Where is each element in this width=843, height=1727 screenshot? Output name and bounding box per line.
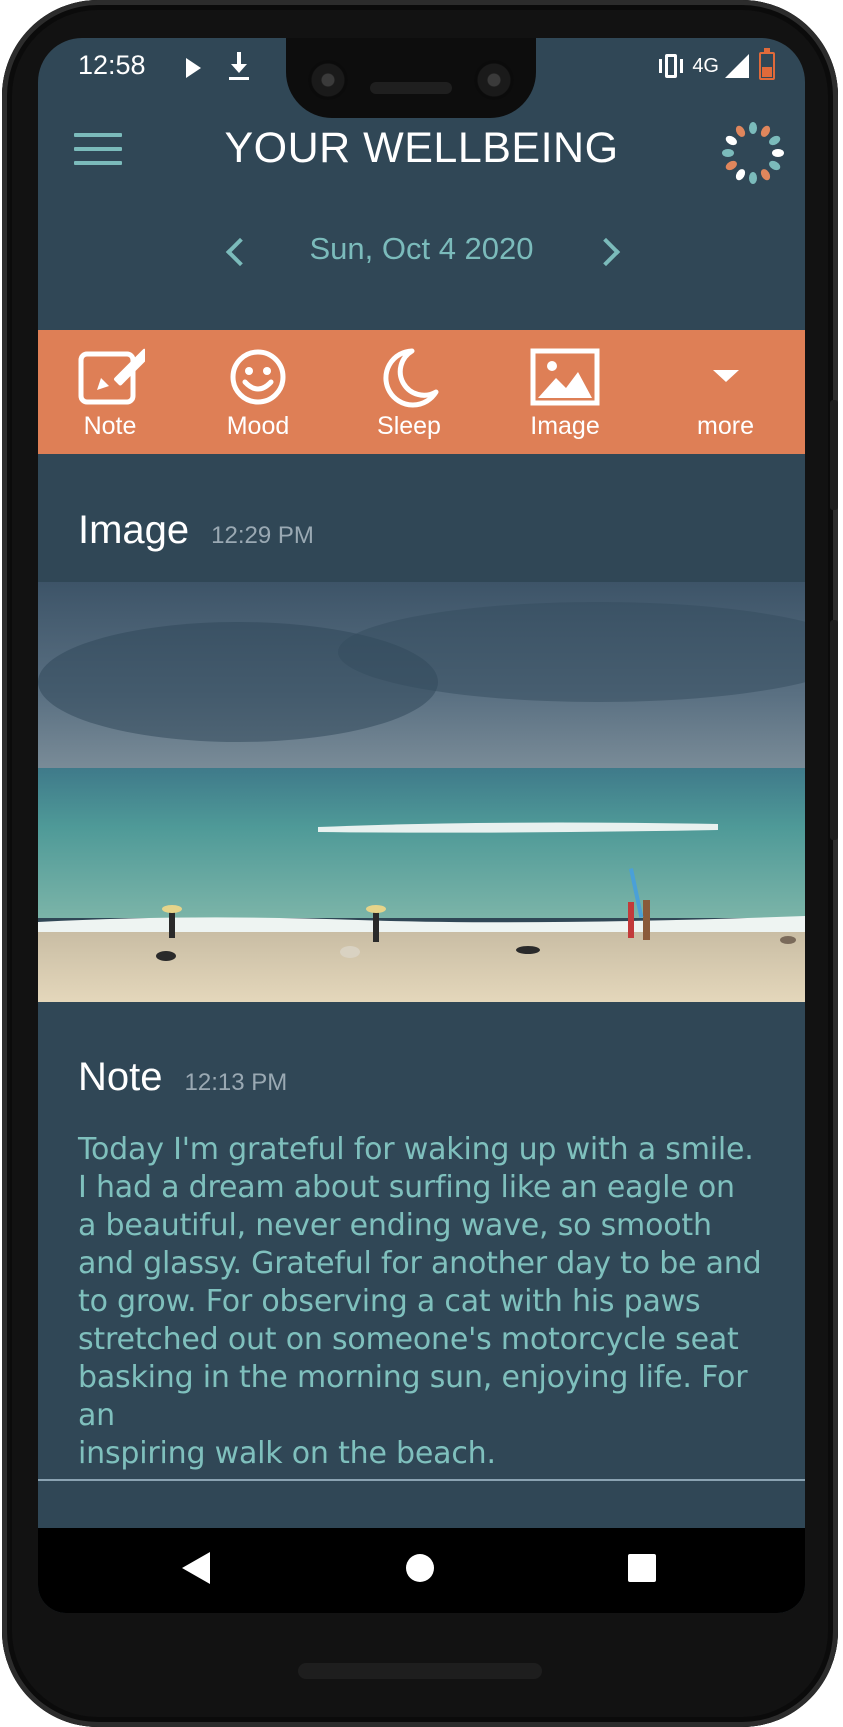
- note-entry-header: Note 12:13 PM: [78, 1055, 287, 1100]
- app-screen: 12:58 4G YOUR WELLBEING Sun, Oct 4 2020 …: [38, 38, 805, 1613]
- earpiece-speaker: [370, 82, 452, 94]
- power-button: [830, 400, 838, 510]
- edit-note-icon: [78, 348, 145, 405]
- picture-icon: [530, 348, 600, 406]
- signal-icon: [725, 54, 749, 78]
- entry-title: Image: [78, 508, 190, 552]
- more-button[interactable]: more: [646, 330, 805, 454]
- add-mood-button[interactable]: Mood: [182, 330, 334, 454]
- current-date[interactable]: Sun, Oct 4 2020: [38, 231, 805, 267]
- volume-button: [830, 620, 838, 840]
- note-line: stretched out on someone's motorcycle se…: [78, 1322, 739, 1357]
- play-icon: [186, 58, 201, 78]
- entry-title: Note: [78, 1055, 163, 1099]
- system-nav-bar: [38, 1528, 805, 1613]
- network-type: 4G: [692, 54, 719, 77]
- note-line: Today I'm grateful for waking up with a …: [78, 1132, 754, 1167]
- note-line: inspiring walk on the beach.: [78, 1436, 496, 1471]
- page-title: YOUR WELLBEING: [224, 124, 619, 172]
- app-header: YOUR WELLBEING: [38, 100, 805, 205]
- image-entry-header: Image 12:29 PM: [78, 508, 314, 553]
- note-line: I had a dream about surfing like an eagl…: [78, 1170, 735, 1205]
- tool-label: Mood: [226, 412, 290, 440]
- entry-time: 12:29 PM: [211, 522, 314, 549]
- download-icon: [228, 52, 250, 82]
- status-time: 12:58: [78, 50, 146, 80]
- dotted-ring-logo-icon[interactable]: [720, 120, 786, 186]
- crescent-moon-icon: [383, 348, 439, 408]
- phone-frame: 12:58 4G YOUR WELLBEING Sun, Oct 4 2020 …: [2, 0, 838, 1727]
- add-sleep-button[interactable]: Sleep: [334, 330, 484, 454]
- back-icon[interactable]: [182, 1552, 210, 1584]
- add-image-button[interactable]: Image: [484, 330, 646, 454]
- status-indicators: 4G: [656, 48, 775, 82]
- recents-icon[interactable]: [628, 1554, 656, 1582]
- camera-icon: [308, 60, 348, 100]
- tool-label: Sleep: [377, 412, 441, 440]
- chevron-right-icon[interactable]: [594, 235, 624, 269]
- camera-icon: [474, 60, 514, 100]
- entry-time: 12:13 PM: [184, 1069, 288, 1096]
- note-line: a beautiful, never ending wave, so smoot…: [78, 1208, 712, 1243]
- note-line: basking in the morning sun, enjoying lif…: [78, 1360, 748, 1433]
- tool-label: Note: [83, 412, 137, 440]
- entry-divider: [38, 1479, 805, 1481]
- smiley-face-icon: [230, 349, 286, 405]
- battery-icon: [759, 48, 775, 80]
- caret-down-icon: [712, 370, 739, 382]
- home-icon[interactable]: [406, 1554, 434, 1582]
- entry-toolbar: Note Mood Sleep Image more: [38, 330, 805, 454]
- add-note-button[interactable]: Note: [38, 330, 182, 454]
- note-text[interactable]: Today I'm grateful for waking up with a …: [78, 1131, 778, 1473]
- vibrate-icon: [656, 53, 686, 79]
- note-line: and glassy. Grateful for another day to …: [78, 1246, 762, 1281]
- bottom-speaker: [298, 1663, 542, 1679]
- beach-photo[interactable]: [38, 582, 805, 1002]
- tool-label: Image: [530, 412, 600, 440]
- date-navigation: Sun, Oct 4 2020: [38, 205, 805, 297]
- tool-label: more: [697, 412, 754, 440]
- note-line: to grow. For observing a cat with his pa…: [78, 1284, 701, 1319]
